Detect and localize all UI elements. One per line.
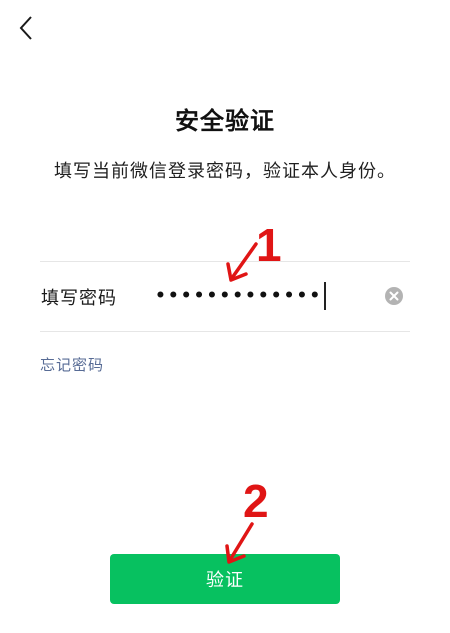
page-title: 安全验证	[175, 107, 275, 135]
annotation-step-2: 2	[243, 475, 269, 527]
back-button[interactable]	[6, 10, 46, 50]
chevron-left-icon	[18, 15, 34, 45]
forgot-password-link[interactable]: 忘记密码	[40, 354, 104, 375]
annotation-arrow-1	[226, 242, 258, 282]
clear-circle-icon	[384, 287, 404, 310]
text-caret	[324, 282, 326, 310]
divider-bottom	[40, 331, 410, 332]
annotation-arrow-2	[225, 522, 254, 564]
clear-input-button[interactable]	[384, 286, 404, 306]
password-field-label: 填写密码	[41, 288, 117, 309]
page-description: 填写当前微信登录密码，验证本人身份。	[54, 161, 396, 182]
